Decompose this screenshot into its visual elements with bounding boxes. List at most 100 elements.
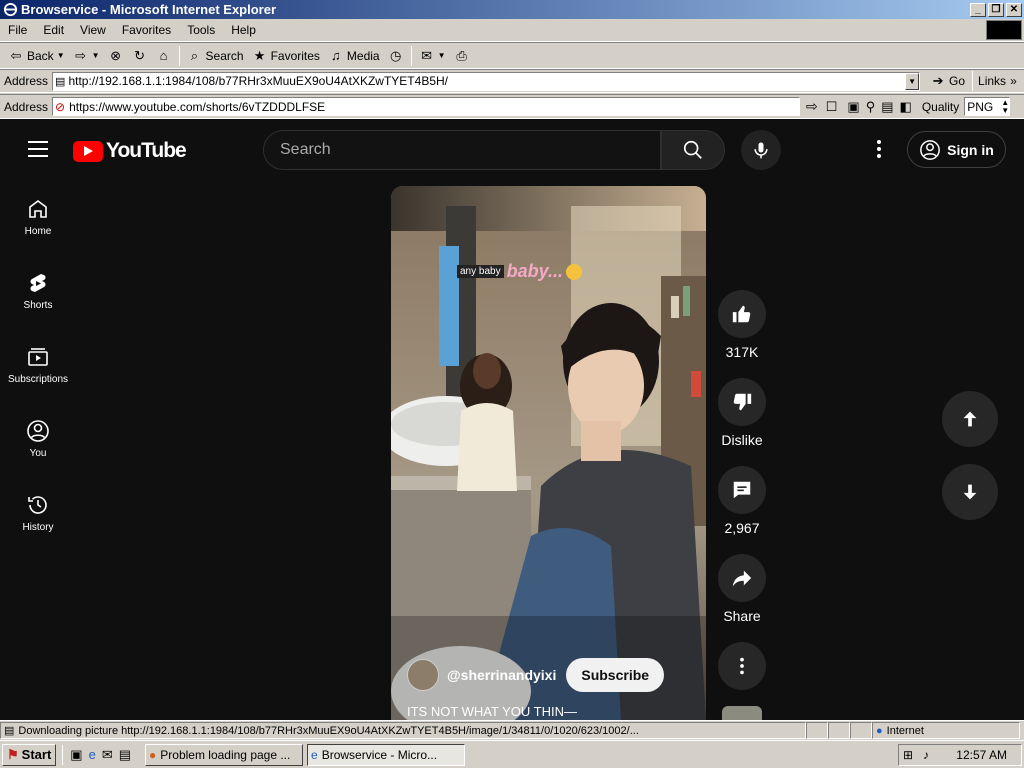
previous-short-button[interactable] bbox=[942, 391, 998, 447]
bookmark-icon[interactable]: ☐ bbox=[826, 99, 838, 115]
next-short-button[interactable] bbox=[942, 464, 998, 520]
comments-action[interactable]: 2,967 bbox=[717, 466, 767, 536]
stop-button[interactable]: ⊗ bbox=[104, 45, 128, 67]
arrow-up-icon bbox=[963, 411, 977, 427]
print-button[interactable]: ⎙ bbox=[450, 45, 474, 67]
windows-flag-icon: ⚑ bbox=[7, 746, 19, 762]
toolbar-separator bbox=[410, 45, 412, 66]
bookmarks-icon[interactable]: ▣ bbox=[847, 99, 859, 115]
page-setup-icon[interactable]: ◧ bbox=[900, 99, 912, 115]
links-button[interactable]: Links bbox=[978, 74, 1006, 88]
sidebar-item-shorts[interactable]: Shorts bbox=[0, 271, 76, 311]
explorer-quicklaunch-icon[interactable]: ▤ bbox=[119, 747, 131, 763]
clipboard-icon[interactable]: ▤ bbox=[881, 99, 893, 115]
refresh-button[interactable]: ↻ bbox=[128, 45, 152, 67]
caption-text: baby... bbox=[506, 261, 563, 281]
dislike-button[interactable] bbox=[718, 378, 766, 426]
ie-quicklaunch-icon[interactable]: e bbox=[89, 747, 96, 762]
volume-icon[interactable]: ♪ bbox=[923, 748, 929, 762]
shorts-icon bbox=[30, 274, 46, 292]
ie-address-input[interactable]: ▤ http://192.168.1.1:1984/108/b77RHr3xMu… bbox=[52, 71, 921, 91]
channel-row: @sherrinandyixi Subscribe bbox=[407, 658, 665, 692]
short-video-player[interactable]: any baby baby... @sherrinandyixi Subscri… bbox=[391, 186, 706, 720]
hamburger-menu-icon[interactable] bbox=[28, 141, 48, 157]
status-text: Downloading picture http://192.168.1.1:1… bbox=[18, 724, 639, 737]
page-loading-icon: ▤ bbox=[4, 725, 15, 737]
find-icon[interactable]: ⚲ bbox=[866, 99, 876, 115]
sign-in-label: Sign in bbox=[947, 141, 994, 158]
go-arrow-icon[interactable]: ⇨ bbox=[806, 98, 818, 115]
share-label: Share bbox=[723, 608, 761, 624]
comments-button[interactable] bbox=[718, 466, 766, 514]
favorites-icon: ★ bbox=[253, 47, 266, 63]
spinner-icon[interactable]: ▲ ▼ bbox=[1001, 98, 1009, 115]
maximize-button[interactable]: ❐ bbox=[988, 2, 1004, 17]
quality-select[interactable]: PNG ▲ ▼ bbox=[964, 97, 1011, 116]
channel-avatar[interactable] bbox=[407, 659, 439, 691]
forward-arrow-icon: ⇨ bbox=[75, 47, 87, 63]
bs-address-label: Address bbox=[4, 99, 49, 114]
like-button[interactable] bbox=[718, 290, 766, 338]
favorites-button[interactable]: ★ Favorites bbox=[248, 45, 324, 67]
network-icon[interactable]: ⊞ bbox=[903, 748, 913, 762]
start-button[interactable]: ⚑ Start bbox=[2, 743, 57, 766]
subscribe-button[interactable]: Subscribe bbox=[566, 658, 665, 692]
forward-button[interactable]: ⇨ ▼ bbox=[69, 45, 104, 67]
voice-search-button[interactable] bbox=[741, 130, 781, 170]
dislike-action[interactable]: Dislike bbox=[717, 378, 767, 448]
back-button[interactable]: ⇦ Back ▼ bbox=[4, 45, 69, 67]
sidebar-item-label: Home bbox=[24, 226, 52, 237]
task-label: Problem loading page ... bbox=[160, 747, 291, 762]
outlook-quicklaunch-icon[interactable]: ✉ bbox=[102, 747, 113, 763]
status-cell-empty bbox=[850, 722, 872, 739]
sign-in-button[interactable]: Sign in bbox=[907, 131, 1006, 168]
task-browservice[interactable]: e Browservice - Micro... bbox=[307, 743, 466, 766]
media-button[interactable]: ♫ Media bbox=[324, 45, 384, 67]
sidebar-item-home[interactable]: Home bbox=[0, 197, 76, 237]
more-button[interactable] bbox=[718, 642, 766, 690]
share-action[interactable]: Share bbox=[717, 554, 767, 624]
menu-help[interactable]: Help bbox=[223, 23, 264, 37]
ie-icon bbox=[3, 2, 18, 17]
minimize-button[interactable]: _ bbox=[970, 2, 986, 17]
address-dropdown-button[interactable]: ▼ bbox=[905, 72, 920, 90]
like-action[interactable]: 317K bbox=[717, 290, 767, 360]
chevron-right-icon[interactable]: » bbox=[1010, 74, 1017, 88]
show-desktop-icon[interactable]: ▣ bbox=[70, 747, 82, 763]
search-button[interactable]: ⌕ Search bbox=[183, 45, 248, 67]
channel-name[interactable]: @sherrinandyixi bbox=[447, 667, 556, 683]
sidebar-item-history[interactable]: History bbox=[0, 493, 76, 533]
like-count: 317K bbox=[725, 344, 759, 360]
home-button[interactable]: ⌂ bbox=[152, 45, 176, 67]
more-action[interactable] bbox=[717, 642, 767, 696]
sound-thumbnail[interactable] bbox=[722, 706, 762, 720]
bs-address-input[interactable]: ⊘ https://www.youtube.com/shorts/6vTZDDD… bbox=[52, 97, 801, 116]
mail-button[interactable]: ✉ ▼ bbox=[415, 45, 450, 67]
address-label: Address bbox=[4, 74, 49, 88]
browser-viewport[interactable]: YouTube Search Sign in Home Shorts Subsc… bbox=[0, 119, 1024, 720]
youtube-logo[interactable]: YouTube bbox=[73, 139, 187, 163]
menu-view[interactable]: View bbox=[72, 23, 114, 37]
menu-tools[interactable]: Tools bbox=[179, 23, 223, 37]
close-button[interactable]: ✕ bbox=[1006, 2, 1022, 17]
menu-file[interactable]: File bbox=[0, 23, 35, 37]
subscriptions-icon bbox=[28, 348, 48, 366]
go-button[interactable]: ➔ Go bbox=[926, 70, 969, 92]
menu-edit[interactable]: Edit bbox=[35, 23, 72, 37]
go-arrow-icon: ➔ bbox=[932, 73, 944, 88]
task-problem-loading[interactable]: ● Problem loading page ... bbox=[145, 743, 304, 766]
status-bar: ▤ Downloading picture http://192.168.1.1… bbox=[0, 720, 1024, 740]
sidebar-item-you[interactable]: You bbox=[0, 419, 76, 459]
sidebar-item-subscriptions[interactable]: Subscriptions bbox=[0, 345, 76, 385]
search-icon bbox=[683, 140, 702, 159]
more-options-icon[interactable] bbox=[867, 140, 891, 160]
search-placeholder: Search bbox=[280, 141, 331, 158]
insecure-icon: ⊘ bbox=[55, 99, 66, 114]
history-button[interactable]: ◷ bbox=[384, 45, 408, 67]
history-icon bbox=[28, 496, 47, 514]
menu-favorites[interactable]: Favorites bbox=[114, 23, 179, 37]
comment-count: 2,967 bbox=[724, 520, 760, 536]
share-button[interactable] bbox=[718, 554, 766, 602]
search-button[interactable] bbox=[661, 130, 725, 170]
search-input[interactable]: Search bbox=[263, 130, 661, 170]
